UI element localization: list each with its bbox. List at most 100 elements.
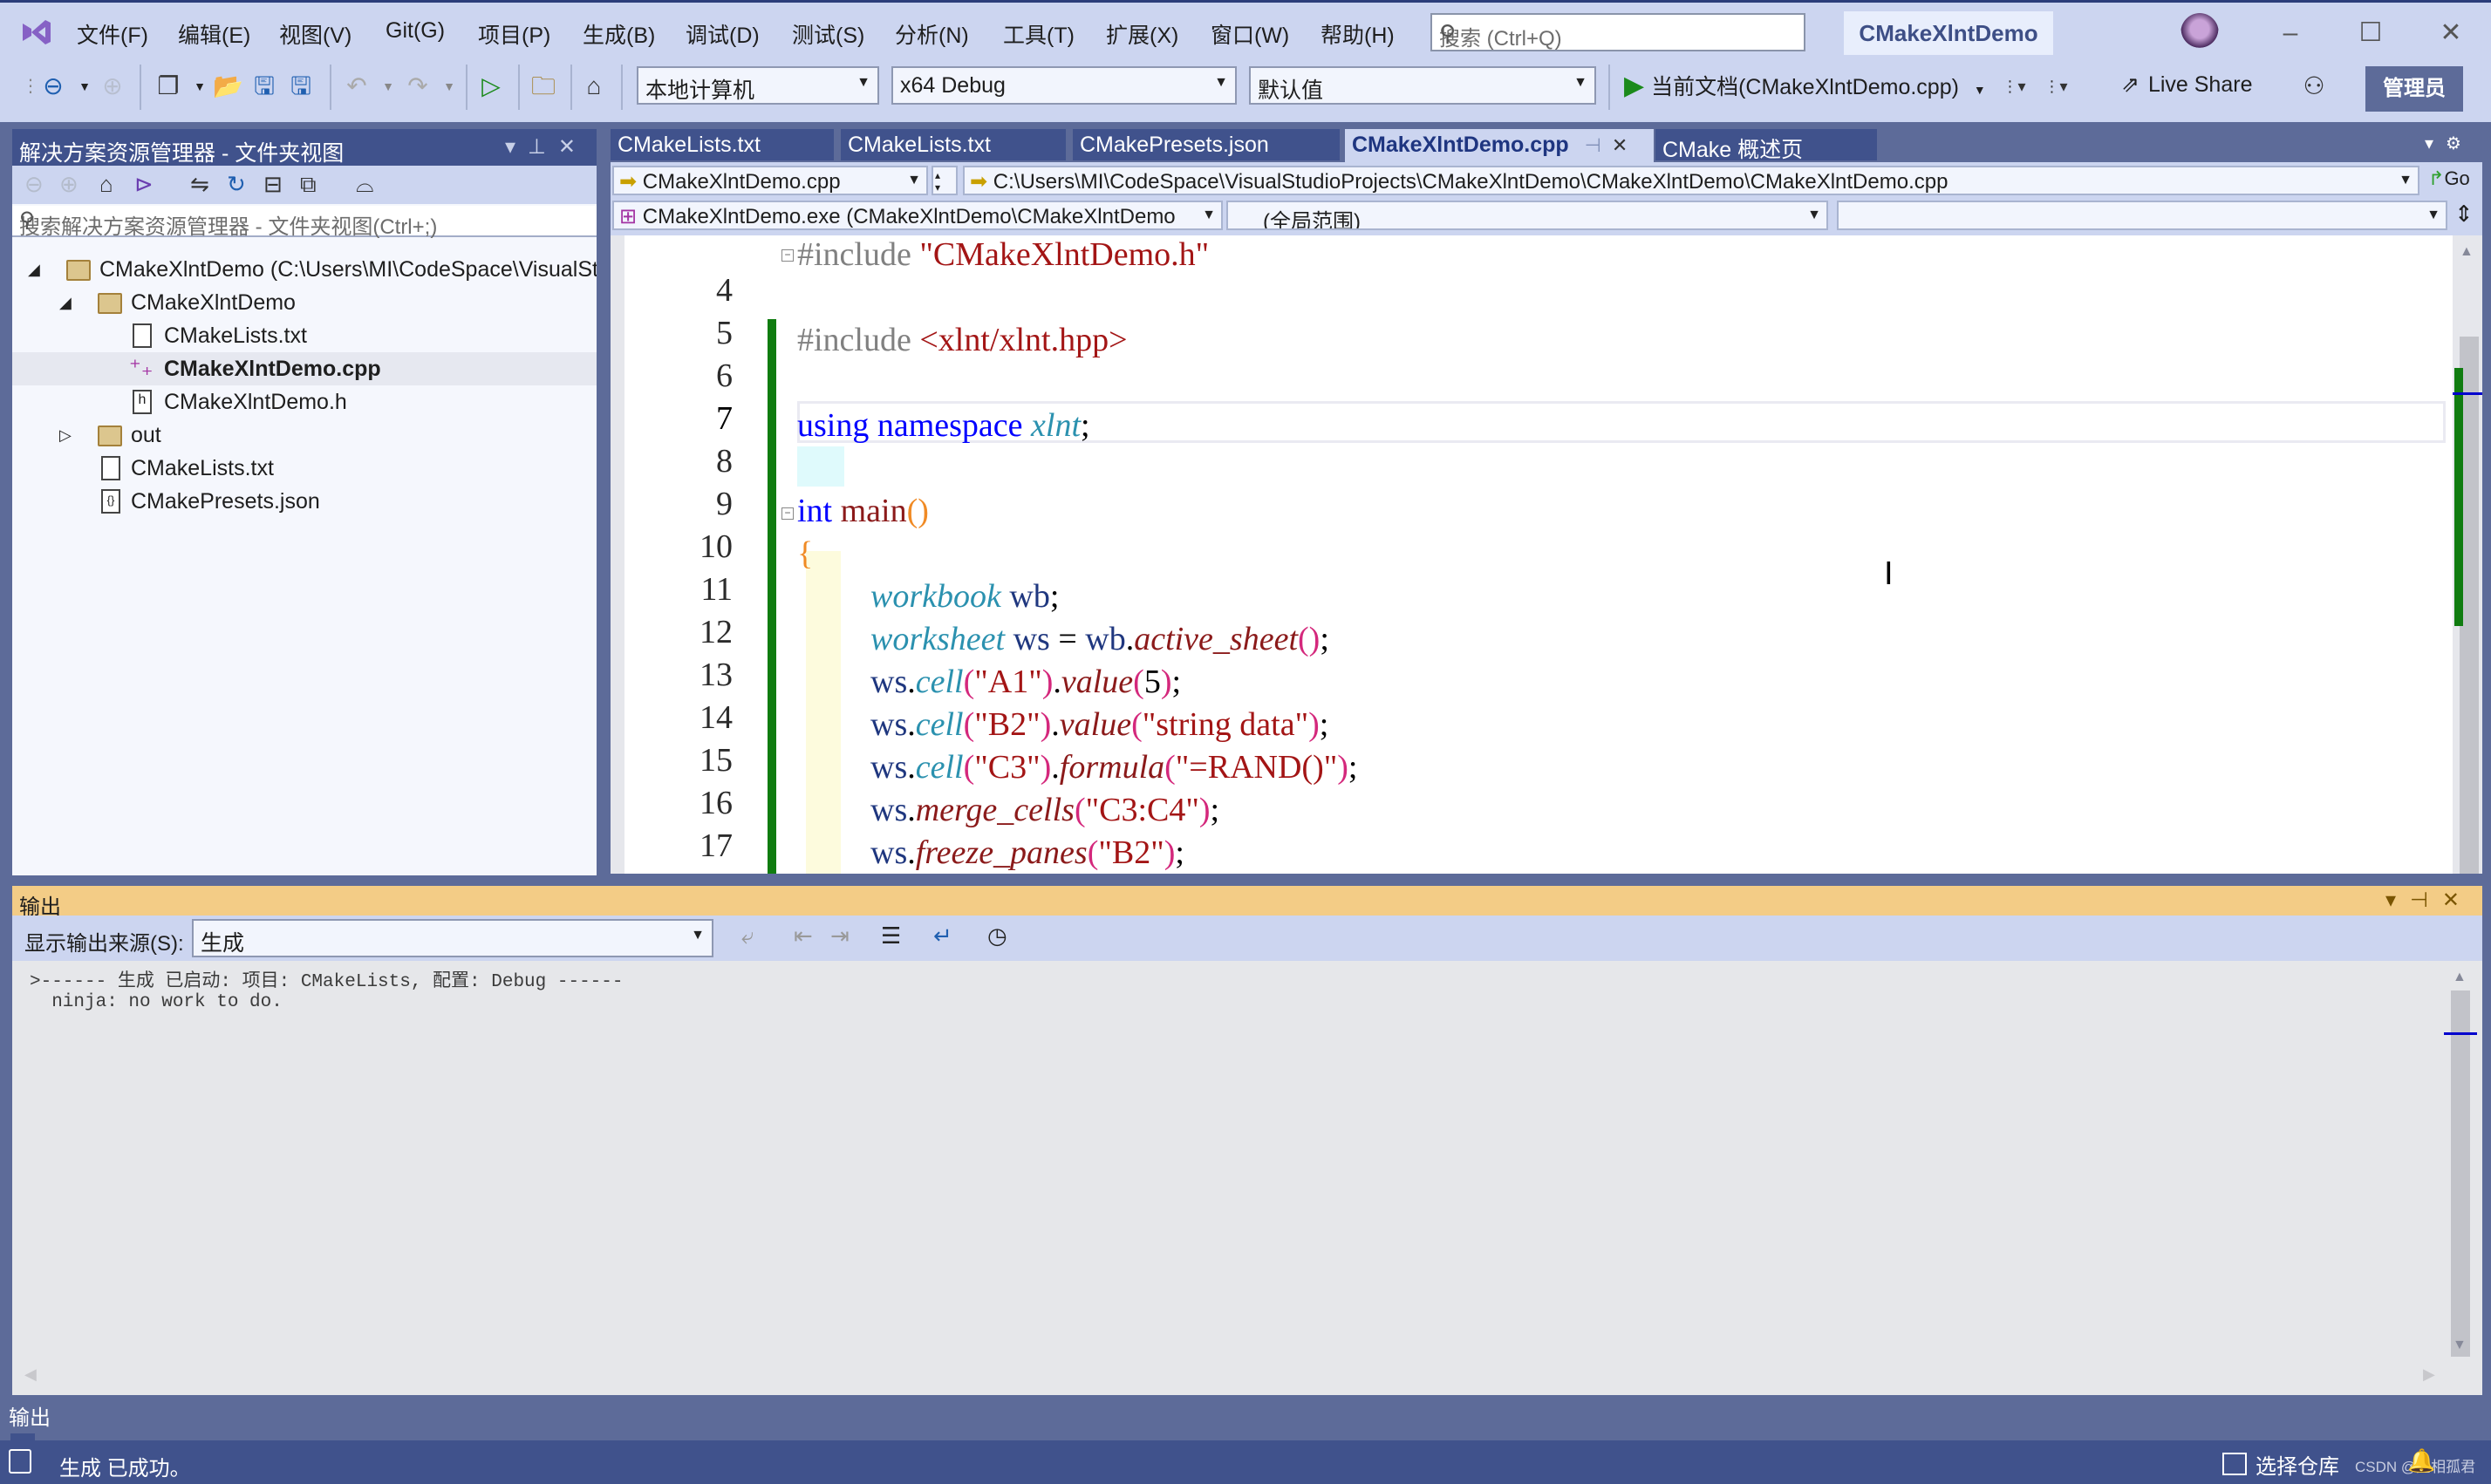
expanded-arrow-icon[interactable]: ◢ [28,253,40,286]
tree-item-root[interactable]: ◢ CMakeXlntDemo (C:\Users\MI\CodeSpace\V… [12,253,597,286]
redo-icon[interactable]: ↷ [403,71,433,101]
timestamp-clock-icon[interactable]: ◷ [987,922,1007,950]
scroll-up-icon[interactable]: ▲ [2453,970,2467,985]
menu-git[interactable]: Git(G) [386,18,445,44]
startup-window-icon[interactable]: ⌂ [579,71,609,101]
window-position-dropdown-icon[interactable]: ▾ [2385,888,2410,912]
close-panel-icon[interactable]: ✕ [2442,888,2474,912]
settings-gear-icon[interactable]: ⚙ [2446,134,2474,153]
navigate-forward-icon[interactable]: ⊕ [98,71,127,101]
find-in-files-icon[interactable]: 🗀 [529,71,558,101]
close-panel-icon[interactable]: ✕ [558,135,588,159]
tab-cmakepresets[interactable]: CMakePresets.json [1073,129,1340,160]
scroll-down-icon[interactable]: ▼ [2453,1338,2467,1353]
refresh-icon[interactable]: ↻ [227,171,246,198]
menu-window[interactable]: 窗口(W) [1211,18,1289,50]
pin-tab-icon[interactable]: ⊣ [1585,134,1601,156]
save-icon[interactable]: 🖫 [249,71,279,101]
save-all-icon[interactable]: 🖫 [286,71,316,101]
nav-spinner[interactable]: ▴ ▾ [932,166,958,195]
word-wrap-icon[interactable]: ↵ [933,922,952,950]
pin-icon[interactable]: ⊣ [2410,888,2442,912]
tab-cmake-overview[interactable]: CMake 概述页 [1655,129,1877,162]
menu-project[interactable]: 项目(P) [478,18,550,50]
open-file-icon[interactable]: 📂 [213,71,243,101]
file-nav-select[interactable]: ➡ CMakeXlntDemo.cpp ▼ [612,166,928,195]
home-icon[interactable]: ⌂ [99,171,113,198]
tab-cmakelists-2[interactable]: CMakeLists.txt [841,129,1066,160]
toolbar-overflow-icon[interactable]: ⋮▾ [1999,71,2029,101]
target-machine-select[interactable]: 本地计算机 ▼ [637,66,879,105]
menu-build[interactable]: 生成(B) [583,18,655,50]
new-dropdown-icon[interactable]: ▼ [185,71,215,101]
scroll-right-icon[interactable]: ▶ [2423,1365,2435,1384]
go-to-line-icon[interactable]: ⤶ [741,922,754,950]
tree-item-out-folder[interactable]: ▷ out [12,419,597,452]
solution-search-input[interactable]: 搜索解决方案资源管理器 - 文件夹视图(Ctrl+;) ⚲ [12,206,597,239]
start-without-debug-icon[interactable]: ▷ [476,71,506,101]
notifications-bell-icon[interactable]: 🔔 [2407,1447,2435,1474]
collapsed-arrow-icon[interactable]: ▷ [59,419,72,452]
menu-file[interactable]: 文件(F) [77,18,148,50]
select-repository-button[interactable]: 选择仓库 [2256,1449,2339,1480]
editor-vertical-scrollbar[interactable]: ▲ [2453,235,2482,874]
feedback-icon[interactable]: ⚇ [2299,71,2329,101]
undo-dropdown-icon[interactable]: ▼ [373,71,403,101]
output-vertical-scrollbar[interactable]: ▲ ▼ [2444,961,2477,1362]
project-nav-select[interactable]: ⊞ CMakeXlntDemo.exe (CMakeXlntDemo\CMake… [612,201,1223,230]
output-text-area[interactable]: >------ 生成 已启动: 项目: CMakeLists, 配置: Debu… [12,961,2482,1395]
tree-item-file[interactable]: h CMakeXlntDemo.h [12,385,597,419]
output-source-select[interactable]: 生成 ▼ [192,919,713,957]
go-button[interactable]: ↱Go [2428,167,2470,190]
scroll-left-icon[interactable]: ◀ [24,1365,37,1384]
scroll-up-icon[interactable]: ▲ [2460,244,2474,260]
clear-all-icon[interactable]: ☰ [881,922,901,950]
live-share-button[interactable]: ⇗ Live Share [2121,71,2252,98]
menu-help[interactable]: 帮助(H) [1321,18,1395,50]
close-button[interactable]: ✕ [2425,13,2477,53]
scrollbar-thumb[interactable] [2451,990,2470,1357]
menu-analyze[interactable]: 分析(N) [895,18,969,50]
sync-with-document-icon[interactable]: ⇋ [190,171,209,198]
split-editor-icon[interactable]: ⇕ [2454,201,2474,228]
window-position-dropdown-icon[interactable]: ▾ [505,135,528,159]
configuration-select[interactable]: x64 Debug ▼ [891,66,1237,105]
tab-cmakexlntdemo-cpp[interactable]: CMakeXlntDemo.cpp ⊣ ✕ [1345,129,1654,164]
bottom-tab-output[interactable]: 输出 [9,1400,51,1431]
new-project-icon[interactable]: ❐ [154,71,183,101]
forward-icon[interactable]: ⊕ [59,171,78,198]
user-avatar[interactable] [2180,13,2219,53]
tree-item-file[interactable]: {} CMakePresets.json [12,485,597,518]
menu-edit[interactable]: 编辑(E) [178,18,250,50]
menu-test[interactable]: 测试(S) [792,18,864,50]
navigate-back-icon[interactable]: ⊖ [38,71,68,101]
menu-debug[interactable]: 调试(D) [686,18,760,50]
tree-item-file[interactable]: CMakeLists.txt [12,319,597,352]
tab-list-dropdown-icon[interactable]: ▾ [2425,134,2446,153]
expanded-arrow-icon[interactable]: ◢ [59,286,72,319]
redo-dropdown-icon[interactable]: ▼ [434,71,464,101]
tree-item-file-selected[interactable]: ⁺₊ CMakeXlntDemo.cpp [12,352,597,385]
preset-select[interactable]: 默认值 ▼ [1249,66,1596,105]
minimize-button[interactable]: – [2264,13,2317,53]
member-nav-select[interactable]: ▼ [1837,201,2447,230]
run-current-document-button[interactable]: ▶ 当前文档(CMakeXlntDemo.cpp) ▼ [1624,70,1986,101]
scope-nav-select[interactable]: (全局范围) ▼ [1226,201,1828,230]
toolbar-overflow-icon[interactable]: ⋮▾ [2041,71,2071,101]
switch-views-icon[interactable]: ⊳ [134,171,154,198]
undo-icon[interactable]: ↶ [342,71,372,101]
maximize-button[interactable]: ☐ [2344,13,2397,53]
close-tab-icon[interactable]: ✕ [1612,134,1628,156]
properties-icon[interactable]: ⌓ [356,171,374,199]
notification-bubble-icon[interactable] [9,1449,31,1474]
collapse-all-icon[interactable]: ⊟ [263,171,283,198]
menu-extensions[interactable]: 扩展(X) [1106,18,1178,50]
next-message-icon[interactable]: ⇥ [830,922,850,950]
back-icon[interactable]: ⊖ [24,171,44,198]
tab-cmakelists-1[interactable]: CMakeLists.txt [611,129,834,160]
menu-tools[interactable]: 工具(T) [1003,18,1075,50]
code-editor[interactable]: − − 4 #include "CMakeXlntDemo.h" 5 6 #in… [611,235,2482,874]
back-dropdown-icon[interactable]: ▼ [70,71,99,101]
previous-message-icon[interactable]: ⇤ [794,922,813,950]
search-input[interactable]: 搜索 (Ctrl+Q) ⚲ [1430,13,1805,51]
